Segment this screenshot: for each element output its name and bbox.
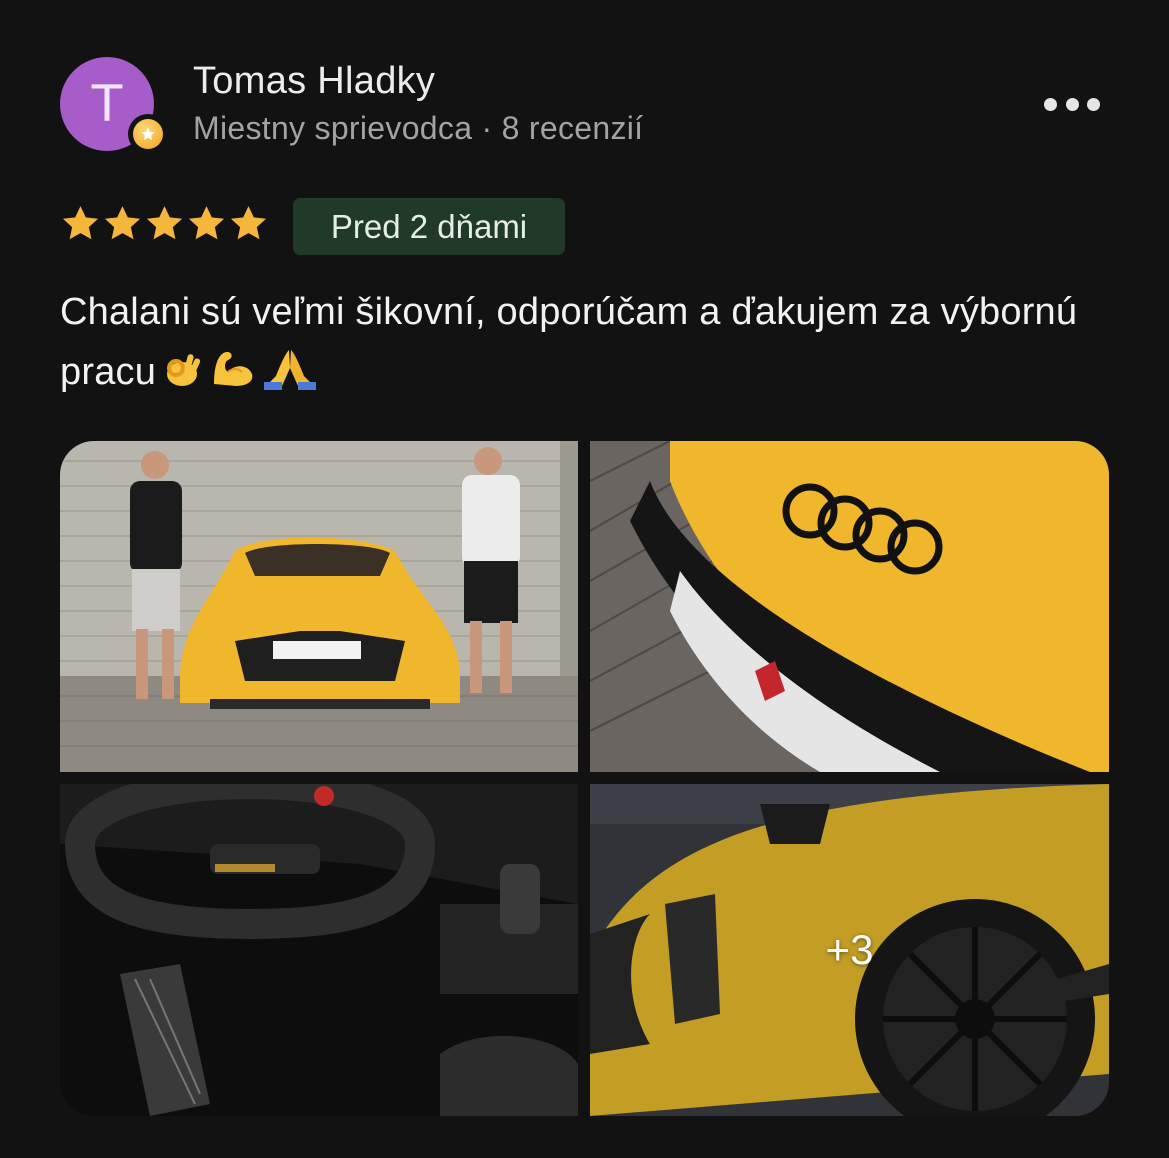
photo-audi-grille-closeup[interactable] — [590, 441, 1109, 772]
star-icon — [188, 206, 225, 240]
star-rating — [60, 203, 269, 244]
star-icon — [230, 206, 267, 240]
avatar-letter: T — [91, 75, 123, 133]
ok-hand-emoji — [160, 346, 204, 408]
reviewer-name[interactable]: Tomas Hladky — [193, 60, 435, 103]
more-dot — [1065, 97, 1079, 111]
star-icon — [146, 206, 183, 240]
more-dot — [1087, 97, 1100, 111]
star-icon — [104, 206, 141, 240]
star-icon — [62, 206, 99, 240]
local-guide-badge — [128, 114, 168, 154]
more-photos-count: +3 — [825, 926, 874, 973]
review-text-block: Chalani sú veľmi šikovní, odporúčam a ďa… — [60, 282, 1120, 408]
photo-two-men-with-yellow-audi-r8[interactable] — [60, 441, 578, 772]
reviewer-meta: Miestny sprievodca · 8 recenzií — [193, 110, 644, 146]
folded-hands-emoji — [262, 346, 318, 408]
more-dot — [1044, 97, 1057, 111]
flexed-biceps-emoji — [208, 346, 258, 408]
photo-yellow-audi-side-wheel[interactable]: +3 — [590, 784, 1109, 1116]
photo-audi-interior-steering-wheel[interactable] — [60, 784, 578, 1116]
review-date-chip: Pred 2 dňami — [293, 198, 565, 255]
more-options-button[interactable] — [1044, 92, 1100, 116]
local-guide-star-icon — [141, 127, 155, 141]
more-photos-overlay[interactable]: +3 — [590, 784, 1109, 1116]
